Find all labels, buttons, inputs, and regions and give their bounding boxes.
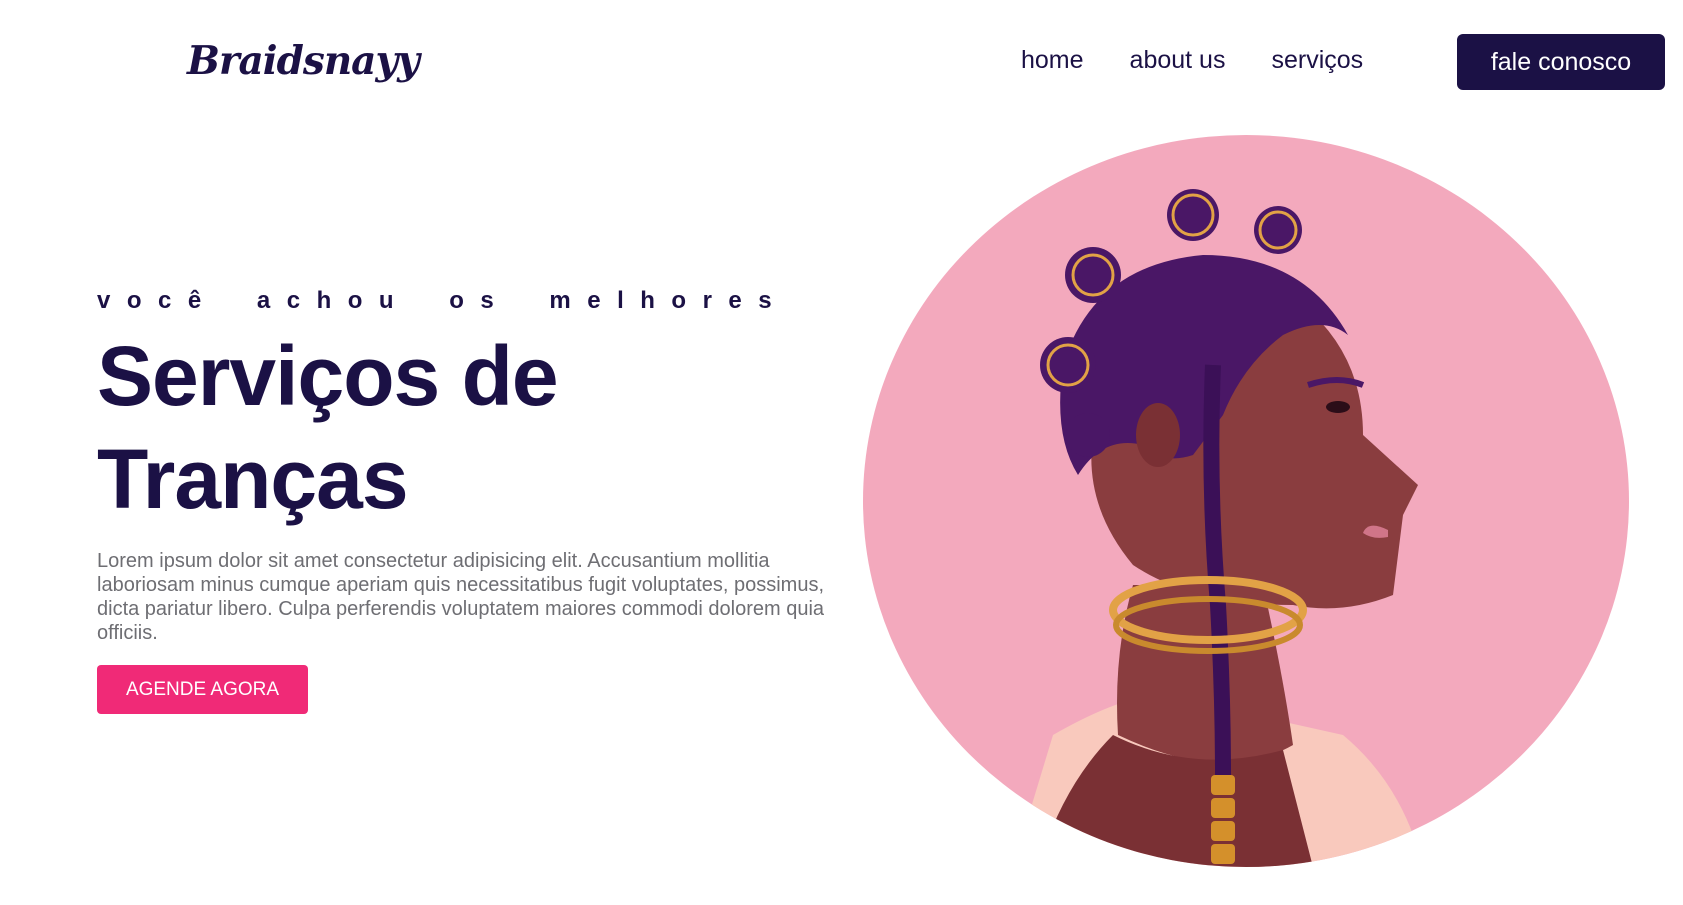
woman-with-braids-illustration: [1013, 189, 1423, 867]
brand-logo[interactable]: Braidsnayy: [187, 38, 420, 84]
hero-headline: Serviços de Tranças: [97, 325, 857, 531]
contact-button[interactable]: fale conosco: [1457, 34, 1665, 90]
hero-illustration: [863, 135, 1629, 867]
nav-link-home[interactable]: home: [1021, 46, 1084, 75]
hero-headline-line1: Serviços de: [97, 329, 559, 423]
hero-tagline: você achou os melhores: [97, 287, 789, 314]
hero-headline-line2: Tranças: [97, 432, 409, 526]
nav-links: home about us serviços: [1021, 46, 1363, 75]
hero-text-section: você achou os melhores Serviços de Tranç…: [97, 287, 857, 714]
schedule-button[interactable]: AGENDE AGORA: [97, 665, 308, 714]
navbar: Braidsnayy home about us serviços fale c…: [0, 0, 1683, 130]
nav-link-about-us[interactable]: about us: [1130, 46, 1226, 75]
hero-description: Lorem ipsum dolor sit amet consectetur a…: [97, 550, 825, 644]
nav-link-servicos[interactable]: serviços: [1271, 46, 1363, 75]
